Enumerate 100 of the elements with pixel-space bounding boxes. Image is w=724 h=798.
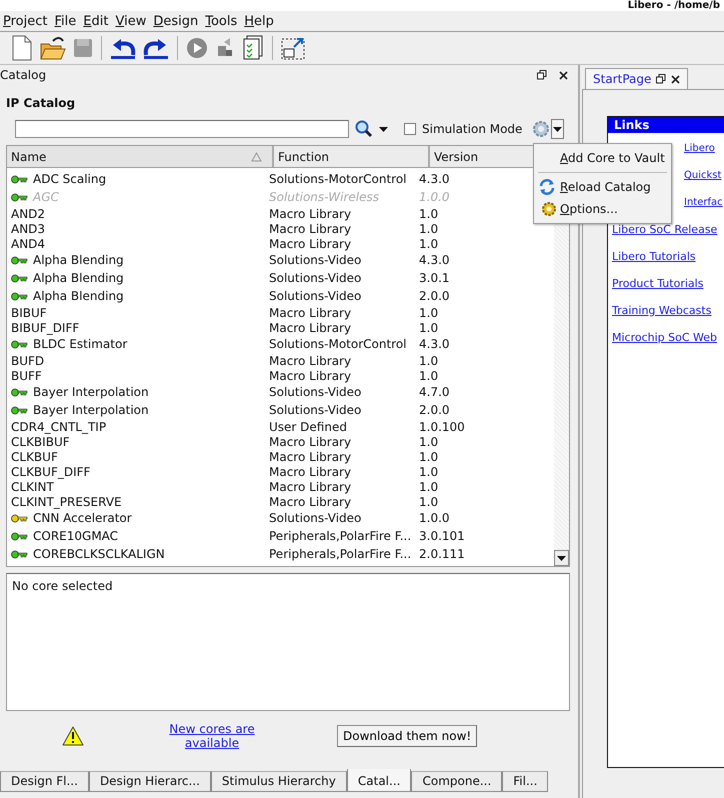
core-name[interactable]: Alpha Blending [33, 253, 124, 267]
core-version: 3.0.1 [419, 271, 450, 285]
core-version: 1.0 [419, 222, 438, 236]
close-icon[interactable] [559, 70, 568, 80]
menu-item[interactable]: Help [243, 14, 280, 28]
menu-item[interactable]: Add Core to Vault [534, 147, 671, 169]
core-version: 1.0.100 [419, 420, 465, 434]
core-name[interactable]: ADC Scaling [33, 172, 106, 186]
core-function: Macro Library [269, 368, 352, 382]
core-function: Macro Library [269, 434, 352, 448]
run-icon[interactable] [185, 36, 209, 60]
page-link[interactable]: Product Tutorials [612, 275, 720, 292]
core-name[interactable]: BUFF [11, 368, 42, 382]
core-name[interactable]: AND4 [11, 236, 46, 250]
core-name[interactable]: CLKINT_PRESERVE [11, 494, 122, 508]
panel-tab[interactable]: Compone... [411, 771, 502, 792]
caret-icon[interactable] [557, 556, 566, 560]
core-name[interactable]: Alpha Blending [33, 271, 124, 285]
simulation-mode-checkbox[interactable]: Simulation Mode [404, 122, 522, 136]
core-version: 1.0 [419, 480, 438, 494]
core-name[interactable]: AND2 [11, 206, 46, 220]
dropdown-button[interactable] [551, 119, 564, 139]
core-function: User Defined [269, 420, 347, 434]
core-function: Solutions-Video [269, 271, 362, 285]
restore-icon[interactable] [656, 74, 666, 84]
search-icon[interactable] [355, 120, 373, 138]
core-name[interactable]: BIBUF_DIFF [11, 320, 80, 334]
core-version: 4.3.0 [419, 337, 450, 351]
column-header[interactable]: Name [7, 146, 274, 167]
new-cores-link[interactable]: New cores are available [157, 722, 267, 750]
page-link[interactable]: Interfac [684, 194, 723, 211]
gear-icon [541, 201, 557, 217]
close-icon[interactable] [671, 74, 680, 84]
core-version: 1.0 [419, 464, 438, 478]
menu-item[interactable]: Options... [534, 198, 671, 220]
search-field[interactable] [15, 120, 349, 138]
panel-tab[interactable]: Stimulus Hierarchy [210, 771, 347, 792]
core-function: Solutions-Video [269, 403, 362, 417]
core-function: Macro Library [269, 236, 352, 250]
core-name[interactable]: BUFD [11, 354, 44, 368]
checklist-icon[interactable] [241, 35, 265, 61]
caret-icon[interactable] [379, 126, 388, 132]
core-version: 1.0 [419, 320, 438, 334]
core-function: Peripherals,PolarFire F... [269, 529, 412, 543]
core-name[interactable]: AND3 [11, 222, 46, 236]
page-link[interactable]: Quickst [684, 167, 722, 184]
core-function: Solutions-MotorControl [269, 337, 407, 351]
download-button[interactable]: Download them now! [337, 725, 478, 747]
core-version: 1.0 [419, 450, 438, 464]
core-version: 1.0 [419, 206, 438, 220]
core-name[interactable]: Alpha Blending [33, 289, 124, 303]
reload-icon [539, 179, 555, 195]
menu-item[interactable]: Edit [82, 14, 114, 28]
core-name[interactable]: Bayer Interpolation [33, 385, 149, 399]
panel-title: Catalog [0, 68, 46, 82]
page-link[interactable]: Libero SoC Release [612, 221, 720, 238]
start-page-tab[interactable]: StartPage [585, 68, 688, 89]
core-name[interactable]: CORE10GMAC [33, 529, 118, 543]
menu-item[interactable]: File [54, 14, 82, 28]
core-name[interactable]: CLKINT [11, 480, 54, 494]
sort-icon [251, 152, 262, 162]
float-window-icon[interactable] [280, 35, 306, 61]
panel-tab[interactable]: Fil... [502, 771, 548, 792]
page-link[interactable]: Microchip SoC Web [612, 329, 720, 346]
core-name[interactable]: CLKBUF_DIFF [11, 464, 90, 478]
core-name[interactable]: CLKBUF [11, 450, 58, 464]
open-folder-icon[interactable] [39, 35, 67, 61]
core-name[interactable]: CDR4_CNTL_TIP [11, 420, 106, 434]
core-function: Solutions-Video [269, 511, 362, 525]
core-function: Solutions-Video [269, 253, 362, 267]
core-version: 1.0 [419, 368, 438, 382]
core-function: Macro Library [269, 464, 352, 478]
restore-icon[interactable] [537, 70, 547, 80]
menu-item[interactable]: Tools [204, 14, 244, 28]
core-version: 1.0 [419, 306, 438, 320]
menu-item[interactable]: Project [2, 14, 54, 28]
page-link[interactable]: Training Webcasts [612, 302, 720, 319]
core-name[interactable]: CLKBIBUF [11, 434, 70, 448]
menu-item[interactable]: Design [152, 14, 204, 28]
core-version: 2.0.111 [419, 547, 465, 561]
new-file-icon[interactable] [10, 35, 34, 61]
warning-icon [62, 726, 84, 746]
core-function: Solutions-MotorControl [269, 172, 407, 186]
core-name[interactable]: CNN Accelerator [33, 511, 132, 525]
panel-tab[interactable]: Design Fl... [0, 771, 89, 792]
core-function: Macro Library [269, 206, 352, 220]
core-version: 4.7.0 [419, 385, 450, 399]
core-name[interactable]: Bayer Interpolation [33, 403, 149, 417]
core-function: Macro Library [269, 306, 352, 320]
menu-item[interactable]: Reload Catalog [534, 176, 671, 198]
core-name[interactable]: BIBUF [11, 306, 47, 320]
panel-tab[interactable]: Catal... [346, 769, 412, 792]
core-name[interactable]: COREBCLKSCLKALIGN [33, 547, 165, 561]
panel-tab[interactable]: Design Hierarc... [88, 771, 211, 792]
menu-item[interactable]: View [114, 14, 152, 28]
page-link[interactable]: Libero [684, 140, 715, 157]
page-link[interactable]: Libero Tutorials [612, 248, 720, 265]
core-name[interactable]: BLDC Estimator [33, 337, 128, 351]
caret-icon [553, 126, 562, 132]
core-version: 1.0 [419, 494, 438, 508]
